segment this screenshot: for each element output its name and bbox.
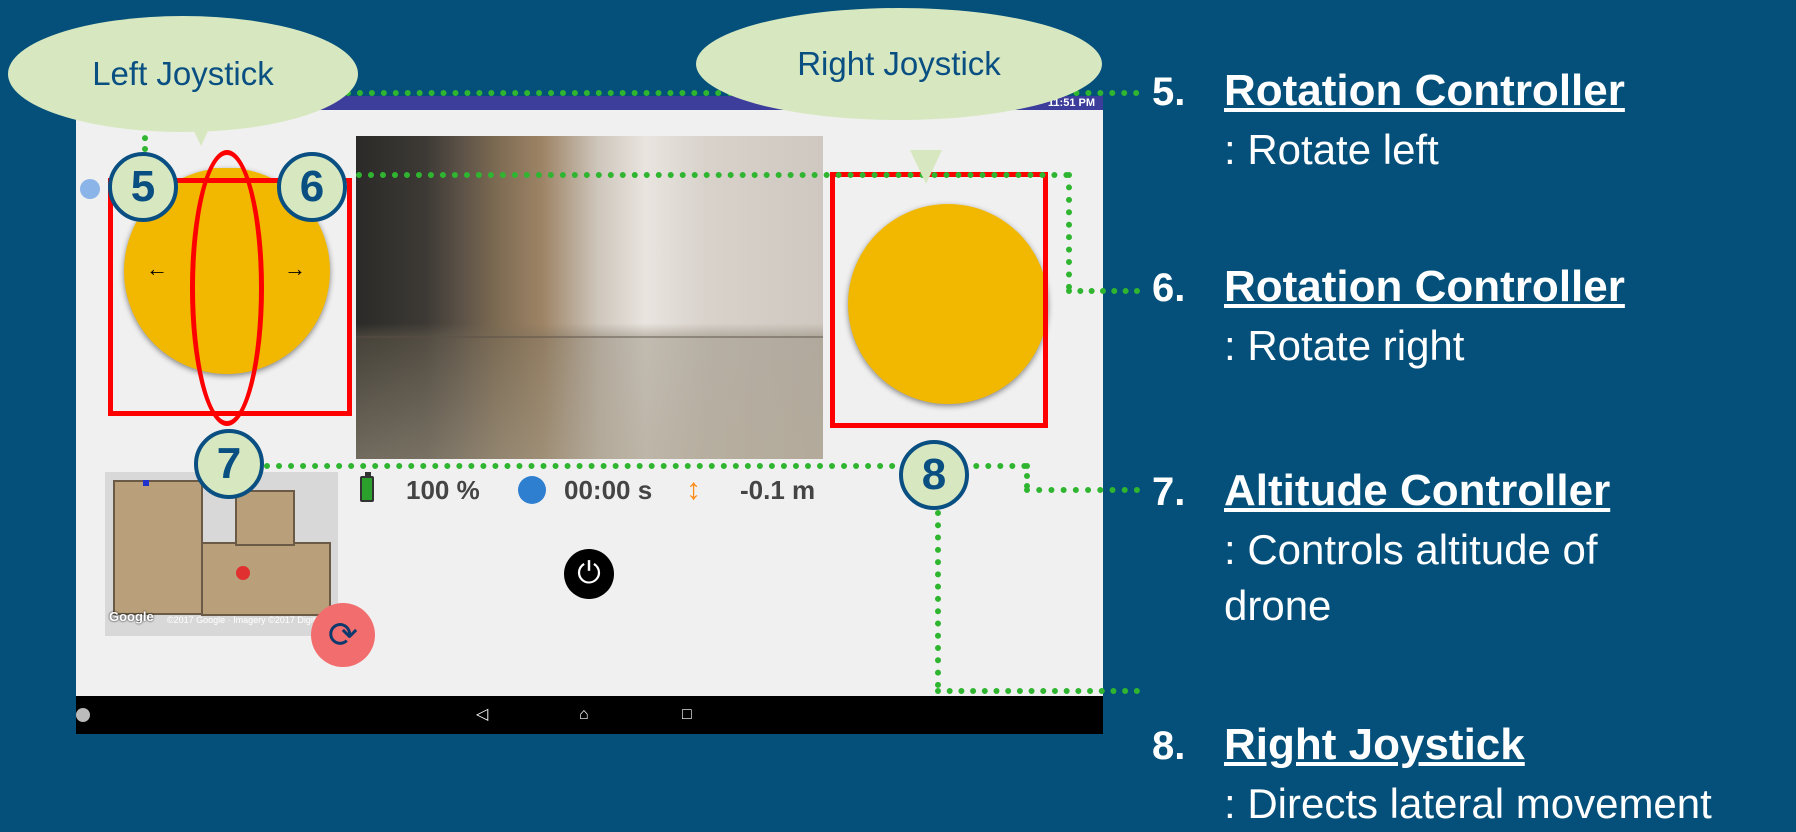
badge-8: 8	[899, 440, 969, 510]
legend-title: Right Joystick	[1224, 720, 1525, 769]
leader-line	[935, 510, 941, 688]
drone-position-icon	[236, 566, 250, 580]
android-nav-bar: ◁ ⌂ □	[76, 696, 1103, 734]
leader-line	[1024, 487, 1140, 493]
right-callout-tail	[910, 150, 942, 184]
map-floorplan	[113, 480, 203, 615]
leader-line	[1066, 172, 1072, 290]
legend-title: Rotation Controller	[1224, 262, 1625, 311]
map-floorplan	[235, 490, 295, 546]
side-tab-icon[interactable]	[80, 179, 100, 199]
battery-icon	[360, 472, 374, 502]
google-logo: Google	[109, 609, 154, 624]
telemetry-bar: 100 % 00:00 s ↕ -0.1 m	[360, 472, 820, 509]
nav-dot-icon	[76, 708, 90, 722]
legend-description: : Rotate right	[1224, 322, 1465, 369]
power-icon: ⏻	[577, 557, 601, 590]
badge-5: 5	[108, 152, 178, 222]
leader-line	[1024, 463, 1030, 489]
legend-number: 6.	[1152, 266, 1186, 310]
legend-description: : Directs lateral movement	[1224, 780, 1712, 827]
power-button[interactable]: ⏻	[564, 549, 614, 599]
altitude-icon: ↕	[686, 473, 701, 506]
home-marker-icon	[143, 480, 149, 486]
battery-level: 100 %	[406, 475, 480, 505]
left-joystick-callout: Left Joystick	[8, 16, 358, 132]
badge-6: 6	[277, 152, 347, 222]
legend-description: : Rotate left	[1224, 126, 1439, 173]
altitude-value: -0.1 m	[740, 475, 816, 505]
badge-7: 7	[194, 429, 264, 499]
refresh-icon: ⟳	[327, 614, 359, 655]
legend-title: Rotation Controller	[1224, 66, 1625, 115]
right-joystick-highlight	[830, 172, 1048, 428]
legend-number: 7.	[1152, 470, 1186, 514]
timer-icon	[518, 476, 546, 504]
flight-timer: 00:00 s	[564, 475, 653, 505]
legend-number: 8.	[1152, 724, 1186, 768]
map-floorplan	[201, 542, 331, 616]
nav-home-button[interactable]: ⌂	[579, 705, 589, 725]
leader-line	[935, 688, 1140, 694]
nav-back-button[interactable]: ◁	[476, 705, 488, 725]
legend-number: 5.	[1152, 70, 1186, 114]
refresh-button[interactable]: ⟳	[311, 603, 375, 667]
leader-line	[1066, 288, 1140, 294]
right-joystick-callout: Right Joystick	[696, 8, 1102, 120]
legend-description: : Controls altitude of drone	[1224, 526, 1598, 629]
camera-feed	[356, 136, 823, 459]
legend-title: Altitude Controller	[1224, 466, 1611, 515]
leader-line	[356, 172, 1070, 178]
altitude-highlight	[190, 150, 264, 426]
nav-recents-button[interactable]: □	[682, 705, 692, 725]
